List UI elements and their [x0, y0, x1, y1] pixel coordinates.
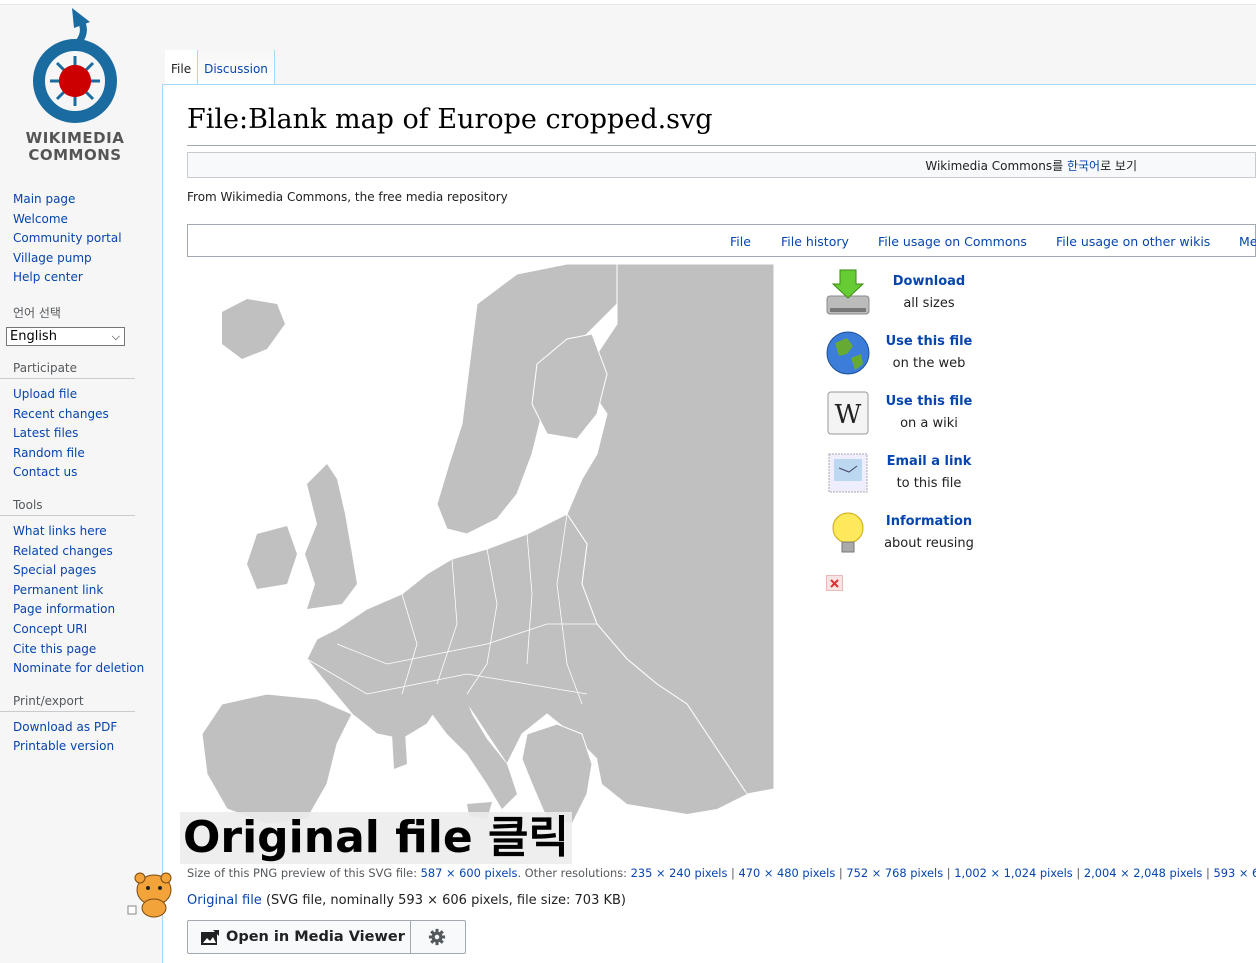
sidebar-item-upload-file[interactable]: Upload file [0, 385, 162, 405]
action-download[interactable]: Download all sizes [825, 268, 995, 324]
close-icon[interactable] [826, 575, 843, 591]
filetoc-file[interactable]: File [730, 234, 751, 249]
open-media-viewer-button[interactable]: Open in Media Viewer [188, 921, 411, 953]
sidebar-item-special-pages[interactable]: Special pages [0, 561, 162, 581]
chevron-down-icon: ⌵ [111, 329, 120, 343]
logo-line-1: WIKIMEDIA [25, 129, 125, 147]
preview-size-link[interactable]: 587 × 600 pixels [421, 866, 518, 880]
action-email-title: Email a link [886, 454, 972, 469]
sidebar-item-page-information[interactable]: Page information [0, 600, 162, 620]
original-file-details: (SVG file, nominally 593 × 606 pixels, f… [261, 893, 626, 908]
sidebar-item-related-changes[interactable]: Related changes [0, 542, 162, 562]
lightbulb-icon [832, 512, 864, 553]
language-heading: 언어 선택 [13, 305, 61, 320]
resolution-link-470[interactable]: 470 × 480 pixels [738, 866, 835, 880]
top-bar [0, 0, 1256, 5]
print-export-heading: Print/export [0, 694, 135, 712]
resolution-link-235[interactable]: 235 × 240 pixels [631, 866, 728, 880]
sidebar-item-concept-uri[interactable]: Concept URI [0, 620, 162, 640]
logo-line-2: COMMONS [28, 146, 122, 164]
open-media-viewer-label: Open in Media Viewer [226, 929, 405, 945]
commons-logo-icon [33, 8, 117, 123]
action-information[interactable]: Information about reusing [825, 508, 995, 564]
resolution-link-593[interactable]: 593 × 606 pixels [1213, 866, 1256, 880]
action-use-web-title: Use this file [885, 334, 973, 349]
page-tabs: File Discussion [165, 50, 275, 85]
sidebar: Main page Welcome Community portal Villa… [0, 190, 162, 757]
annotation-overlay: Original file 클릭 [180, 812, 572, 864]
sidebar-item-nominate-for-deletion[interactable]: Nominate for deletion [0, 659, 162, 679]
sidebar-item-village-pump[interactable]: Village pump [0, 249, 162, 269]
action-email-sub: to this file [896, 476, 962, 491]
gear-icon[interactable] [428, 928, 446, 946]
page-title: File:Blank map of Europe cropped.svg [187, 104, 713, 135]
title-divider [187, 145, 1256, 146]
sidebar-item-contact-us[interactable]: Contact us [0, 463, 162, 483]
ryan-sticker-icon [127, 872, 172, 918]
wikimedia-commons-logo[interactable]: WIKIMEDIA COMMONS [14, 8, 136, 168]
action-download-sub: all sizes [903, 296, 955, 311]
download-icon [826, 269, 870, 315]
korean-view-link[interactable]: 한국어 [1067, 159, 1100, 173]
media-viewer-button-group: Open in Media Viewer [187, 920, 466, 954]
action-information-sub: about reusing [884, 536, 974, 551]
europe-map-image[interactable] [187, 263, 775, 864]
language-select[interactable]: English ⌵ [6, 326, 125, 346]
sidebar-item-printable-version[interactable]: Printable version [0, 737, 162, 757]
filetoc-metadata[interactable]: Me [1239, 234, 1256, 249]
globe-icon [826, 331, 870, 375]
sidebar-item-recent-changes[interactable]: Recent changes [0, 405, 162, 425]
language-selected-value: English [10, 328, 57, 344]
sidebar-item-download-pdf[interactable]: Download as PDF [0, 718, 162, 738]
language-notice-bar: Wikimedia Commons를 한국어로 보기 [187, 152, 1256, 178]
language-notice-prefix: Wikimedia Commons를 [925, 159, 1067, 173]
action-download-title: Download [892, 274, 966, 289]
resolutions-info: Size of this PNG preview of this SVG fil… [187, 866, 1256, 880]
tab-discussion[interactable]: Discussion [198, 50, 275, 84]
resolution-link-752[interactable]: 752 × 768 pixels [846, 866, 943, 880]
action-use-wiki-title: Use this file [885, 394, 973, 409]
sidebar-item-cite-this-page[interactable]: Cite this page [0, 640, 162, 660]
file-toc: File File history File usage on Commons … [187, 224, 1256, 257]
filetoc-file-usage-commons[interactable]: File usage on Commons [878, 234, 1027, 249]
sidebar-item-latest-files[interactable]: Latest files [0, 424, 162, 444]
resolution-link-1002[interactable]: 1,002 × 1,024 pixels [954, 866, 1073, 880]
resolution-link-2004[interactable]: 2,004 × 2,048 pixels [1084, 866, 1203, 880]
sidebar-item-welcome[interactable]: Welcome [0, 210, 162, 230]
sidebar-item-random-file[interactable]: Random file [0, 444, 162, 464]
original-file-info: Original file (SVG file, nominally 593 ×… [187, 893, 626, 908]
action-use-web[interactable]: Use this file on the web [825, 328, 995, 384]
europe-map-icon [187, 263, 775, 864]
resolutions-prefix: Size of this PNG preview of this SVG fil… [187, 866, 421, 880]
sidebar-item-community-portal[interactable]: Community portal [0, 229, 162, 249]
tab-file[interactable]: File [165, 50, 199, 85]
wikipedia-icon: W [827, 391, 869, 435]
language-notice-suffix: 로 보기 [1100, 159, 1137, 173]
filetoc-file-history[interactable]: File history [781, 234, 849, 249]
participate-heading: Participate [0, 361, 135, 379]
sidebar-item-permanent-link[interactable]: Permanent link [0, 581, 162, 601]
action-use-web-sub: on the web [892, 356, 966, 371]
sidebar-item-what-links-here[interactable]: What links here [0, 522, 162, 542]
sidebar-item-main-page[interactable]: Main page [0, 190, 162, 210]
action-use-wiki[interactable]: W Use this file on a wiki [825, 388, 995, 444]
original-file-link[interactable]: Original file [187, 893, 262, 908]
email-icon [828, 453, 868, 493]
filetoc-file-usage-other-wikis[interactable]: File usage on other wikis [1056, 234, 1210, 249]
action-email-link[interactable]: Email a link to this file [825, 448, 995, 504]
nav-portal: Main page Welcome Community portal Villa… [0, 190, 162, 288]
sidebar-item-help-center[interactable]: Help center [0, 268, 162, 288]
action-use-wiki-sub: on a wiki [900, 416, 958, 431]
tools-heading: Tools [0, 498, 135, 516]
site-subtitle: From Wikimedia Commons, the free media r… [187, 190, 508, 204]
resolutions-mid: . Other resolutions: [517, 866, 631, 880]
action-information-title: Information [885, 514, 973, 529]
image-icon [201, 930, 219, 945]
svg-text:W: W [835, 400, 862, 430]
